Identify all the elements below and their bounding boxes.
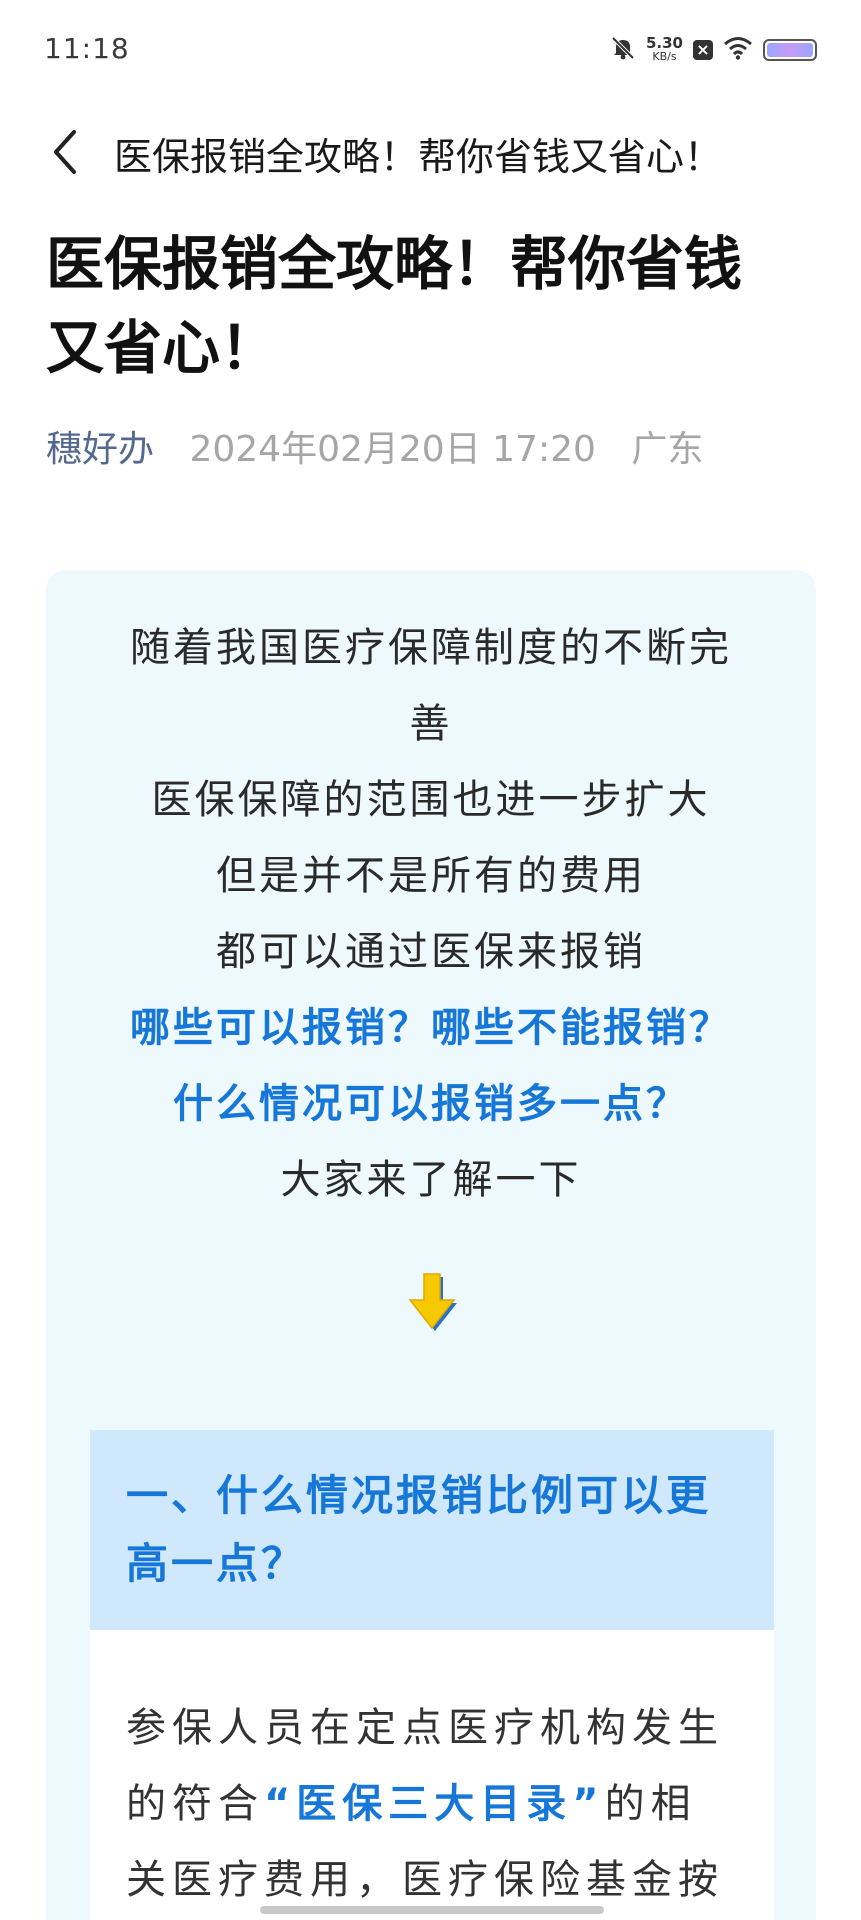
intro-block: 随着我国医疗保障制度的不断完 善 医保保障的范围也进一步扩大 但是并不是所有的费… <box>46 610 816 1218</box>
status-time: 11:18 <box>44 32 130 65</box>
notification-box-icon: × <box>693 40 713 60</box>
section-title-line2: 高一点？ <box>126 1539 307 1588</box>
home-indicator[interactable] <box>260 1906 604 1914</box>
battery-icon <box>763 39 817 61</box>
body-text: 的相 <box>604 1781 697 1827</box>
intro-highlight-line: 什么情况可以报销多一点？ <box>173 1081 689 1127</box>
intro-line: 善 <box>409 701 453 747</box>
intro-line: 医保保障的范围也进一步扩大 <box>151 777 711 823</box>
mute-bell-icon <box>610 35 636 65</box>
section-1: 一、什么情况报销比例可以更 高一点？ 参保人员在定点医疗机构发生 的符合“医保三… <box>90 1430 774 1920</box>
nav-bar: 医保报销全攻略！帮你省钱又省心！ <box>0 100 861 210</box>
intro-closing-line: 大家来了解一下 <box>280 1157 582 1203</box>
intro-highlight-line: 哪些可以报销？哪些不能报销？ <box>130 1005 732 1051</box>
intro-line: 但是并不是所有的费用 <box>216 853 646 899</box>
back-button[interactable] <box>40 122 90 182</box>
author-link[interactable]: 穗好办 <box>46 429 154 470</box>
section-title-line1: 一、什么情况报销比例可以更 <box>126 1471 712 1520</box>
publish-location: 广东 <box>631 429 704 470</box>
intro-line: 随着我国医疗保障制度的不断完 <box>130 625 732 671</box>
body-text: 的符合 <box>126 1781 264 1827</box>
chevron-left-icon <box>54 130 76 174</box>
wifi-icon <box>723 36 753 64</box>
article-title-line2: 又省心！ <box>46 314 279 382</box>
highlight-term: “医保三大目录” <box>264 1781 605 1827</box>
article-meta: 穗好办 2024年02月20日 17:20 广东 <box>46 420 703 472</box>
section-header: 一、什么情况报销比例可以更 高一点？ <box>90 1430 774 1630</box>
status-bar: 11:18 5.30 KB/s × <box>0 0 861 100</box>
article-page: 11:18 5.30 KB/s × 医保报销全攻略！帮你省钱又省心！ 医保报销全… <box>0 0 861 1920</box>
intro-line: 都可以通过医保来报销 <box>216 929 646 975</box>
body-line: 参保人员在定点医疗机构发生 <box>126 1705 724 1751</box>
status-icons: 5.30 KB/s × <box>610 30 817 70</box>
nav-title: 医保报销全攻略！帮你省钱又省心！ <box>114 135 723 179</box>
body-line: 的符合“医保三大目录”的相 <box>126 1766 738 1842</box>
article-title: 医保报销全攻略！帮你省钱 又省心！ <box>46 222 826 390</box>
down-arrow-icon <box>404 1270 460 1334</box>
network-speed: 5.30 KB/s <box>645 34 683 64</box>
section-body: 参保人员在定点医疗机构发生 的符合“医保三大目录”的相 关医疗费用，医疗保险基金… <box>90 1630 774 1918</box>
publish-date: 2024年02月20日 17:20 <box>189 429 596 470</box>
section-title: 一、什么情况报销比例可以更 高一点？ <box>126 1462 738 1598</box>
article-title-line1: 医保报销全攻略！帮你省钱 <box>46 230 743 298</box>
content-card: 随着我国医疗保障制度的不断完 善 医保保障的范围也进一步扩大 但是并不是所有的费… <box>46 570 816 1920</box>
